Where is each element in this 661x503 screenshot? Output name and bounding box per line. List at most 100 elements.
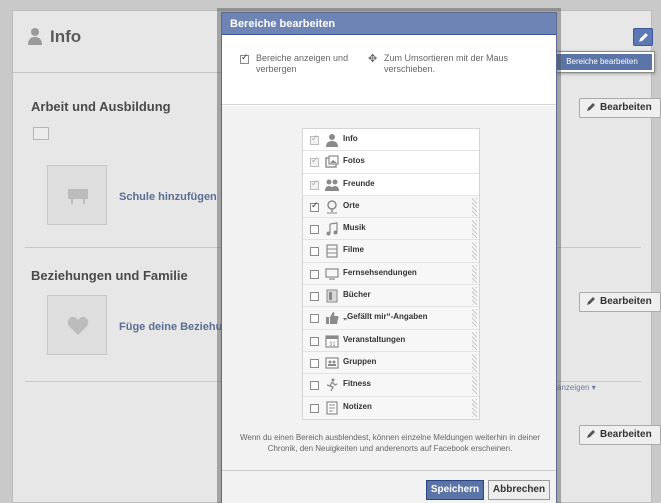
photos-icon (325, 155, 339, 168)
list-item[interactable]: Notizen (303, 396, 479, 419)
show-more-link[interactable]: anzeigen ▾ (557, 383, 596, 392)
edit-relationships-button[interactable]: Bearbeiten (579, 292, 661, 312)
groups-icon (325, 357, 339, 369)
dialog-body: Info Fotos Freunde Orte Musik (222, 106, 556, 470)
edit-work-label: Bearbeiten (600, 102, 652, 113)
section-label: Freunde (343, 178, 375, 188)
map-pin-icon (327, 200, 337, 214)
tv-icon (325, 268, 339, 280)
list-item[interactable]: „Gefällt mir“-Angaben (303, 307, 479, 330)
pencil-icon (587, 103, 595, 111)
section-checkbox[interactable] (310, 358, 319, 368)
running-icon (326, 378, 338, 392)
section-label: Info (343, 134, 358, 143)
list-item[interactable]: Gruppen (303, 351, 479, 375)
edit-relationships-label: Bearbeiten (600, 296, 652, 307)
drag-handle[interactable] (472, 398, 477, 417)
section-checkbox[interactable] (310, 314, 319, 324)
section-label: Fotos (343, 156, 365, 166)
drag-handle[interactable] (472, 376, 477, 395)
section-checkbox[interactable] (310, 381, 319, 391)
friends-icon (325, 179, 339, 191)
manage-dropdown: Bereiche bearbeiten (549, 51, 655, 73)
list-item[interactable]: Fernsehsendungen (303, 262, 479, 286)
section-checkbox[interactable] (310, 269, 319, 279)
relationship-thumbnail (47, 295, 107, 355)
show-hide-checkbox[interactable] (240, 52, 249, 64)
section-checkbox[interactable] (310, 200, 319, 212)
list-item[interactable]: Musik (303, 218, 479, 241)
thumbs-up-icon (326, 312, 339, 325)
add-school-link[interactable]: Schule hinzufügen (119, 191, 217, 203)
drag-handle[interactable] (472, 220, 477, 239)
drag-handle[interactable] (472, 264, 477, 283)
drag-handle[interactable] (472, 287, 477, 306)
dialog-footer: Speichern Abbrechen (222, 470, 556, 503)
list-item[interactable]: Filme (303, 240, 479, 263)
section-label: Filme (343, 245, 364, 255)
section-label: „Gefällt mir“-Angaben (343, 312, 428, 322)
section-checkbox[interactable] (310, 292, 319, 302)
edit-section-label: Bearbeiten (600, 429, 652, 440)
list-item: Fotos (303, 151, 479, 174)
page-title: Info (50, 27, 82, 46)
music-note-icon (326, 222, 338, 236)
school-icon (68, 189, 88, 204)
dialog-title: Bereiche bearbeiten (222, 13, 556, 35)
manage-sections-button[interactable] (633, 28, 653, 46)
section-label: Fernsehsendungen (343, 267, 417, 277)
section-label: Veranstaltungen (343, 334, 406, 344)
list-item[interactable]: Orte (303, 195, 479, 219)
edit-sections-menu-item[interactable]: Bereiche bearbeiten (552, 54, 652, 70)
section-checkbox (310, 155, 319, 168)
pencil-icon (639, 33, 648, 42)
svg-text:31: 31 (329, 342, 336, 348)
move-icon: ✥ (368, 53, 378, 65)
section-checkbox[interactable] (310, 225, 319, 235)
book-icon (326, 289, 338, 303)
person-icon (28, 28, 42, 45)
film-icon (326, 244, 338, 259)
school-thumbnail (47, 165, 107, 225)
section-list: Info Fotos Freunde Orte Musik (302, 128, 480, 420)
drag-handle[interactable] (472, 309, 477, 328)
list-item: Info (303, 129, 479, 152)
section-checkbox (310, 133, 319, 145)
drag-handle[interactable] (472, 197, 477, 216)
dialog-options: Bereiche anzeigen und verbergen ✥ Zum Um… (222, 35, 556, 105)
edit-section-button[interactable]: Bearbeiten (579, 425, 661, 445)
section-checkbox[interactable] (310, 403, 319, 413)
edit-sections-dialog: Bereiche bearbeiten Bereiche anzeigen un… (221, 12, 557, 503)
heart-icon (67, 316, 89, 335)
drag-handle[interactable] (472, 242, 477, 261)
section-checkbox (310, 178, 319, 190)
section-title-work: Arbeit und Ausbildung (31, 99, 171, 114)
drag-handle[interactable] (472, 353, 477, 372)
section-title-relationships: Beziehungen und Familie (31, 268, 188, 283)
list-item: Freunde (303, 173, 479, 196)
pencil-icon (587, 430, 595, 438)
calendar-icon (33, 127, 49, 140)
section-checkbox[interactable] (310, 247, 319, 257)
section-checkbox[interactable] (310, 336, 319, 346)
section-label: Musik (343, 223, 366, 233)
cancel-button[interactable]: Abbrechen (488, 480, 550, 500)
list-item[interactable]: Bücher (303, 285, 479, 308)
notes-icon (326, 400, 338, 415)
section-label: Notizen (343, 401, 372, 411)
list-item[interactable]: Fitness (303, 374, 479, 397)
section-label: Gruppen (343, 356, 377, 366)
show-hide-label: Bereiche anzeigen und verbergen (256, 53, 349, 74)
list-item[interactable]: 31 Veranstaltungen (303, 329, 479, 352)
section-label: Bücher (343, 290, 371, 300)
sort-hint: Zum Umsortieren mit der Maus verschieben… (384, 53, 509, 74)
pencil-icon (587, 297, 595, 305)
section-label: Orte (343, 200, 360, 210)
add-relationship-link[interactable]: Füge deine Beziehung (119, 321, 236, 333)
calendar-icon: 31 (325, 335, 339, 348)
drag-handle[interactable] (472, 331, 477, 350)
edit-work-button[interactable]: Bearbeiten (579, 98, 661, 118)
section-label: Fitness (343, 379, 372, 389)
save-button[interactable]: Speichern (426, 480, 484, 500)
person-icon (326, 134, 338, 147)
